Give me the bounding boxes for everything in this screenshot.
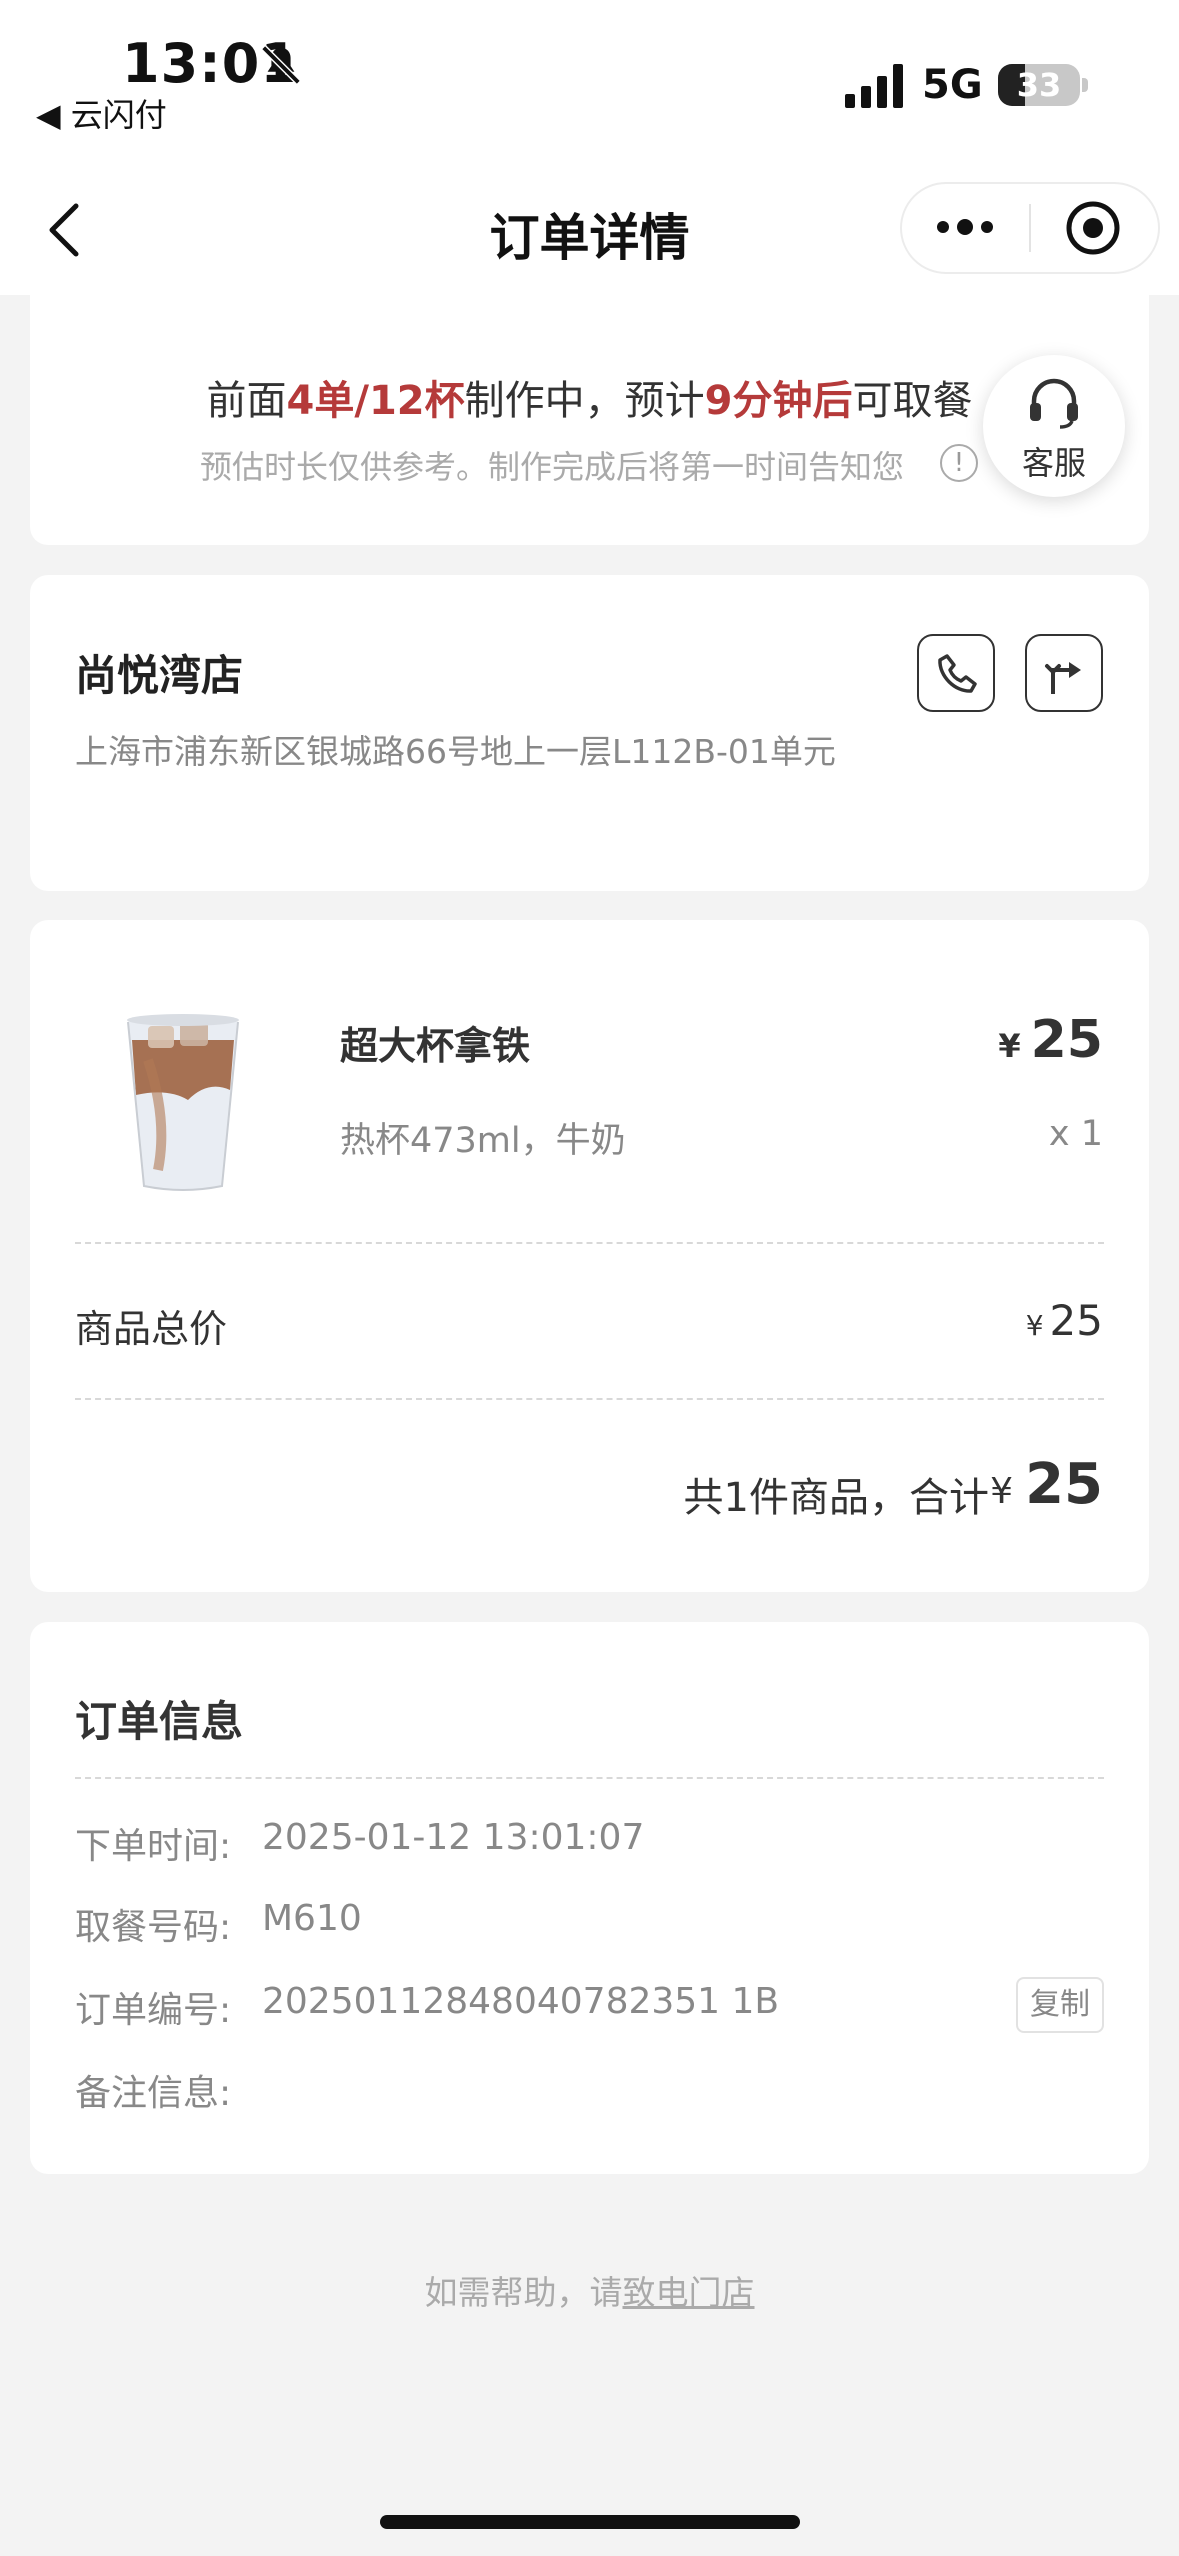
store-name: 尚悦湾店 xyxy=(75,651,244,700)
call-store-button[interactable] xyxy=(917,634,995,712)
customer-service-label: 客服 xyxy=(1021,444,1086,482)
subtotal-value: ¥25 xyxy=(1026,1296,1103,1345)
queue-prefix: 前面 xyxy=(206,378,287,424)
product-spec: 热杯473ml，牛奶 xyxy=(340,1121,626,1161)
home-indicator[interactable] xyxy=(380,2515,800,2529)
navigate-store-button[interactable] xyxy=(1025,634,1103,712)
copy-order-number-button[interactable]: 复制 xyxy=(1016,1977,1104,2033)
subtotal-amount: 25 xyxy=(1049,1296,1103,1345)
store-address: 上海市浦东新区银城路66号地上一层L112B-01单元 xyxy=(75,732,836,771)
pickup-code-label: 取餐号码: xyxy=(75,1907,232,1948)
battery-indicator: 33 xyxy=(998,64,1080,106)
divider xyxy=(75,1398,1104,1400)
queue-suffix: 可取餐 xyxy=(852,378,973,424)
product-price-value: 25 xyxy=(1030,1010,1103,1070)
pickup-code-value: M610 xyxy=(262,1898,362,1939)
route-icon xyxy=(1045,662,1081,694)
product-quantity: x 1 xyxy=(1048,1114,1103,1154)
back-to-app-link[interactable]: ◀ 云闪付 xyxy=(36,90,167,136)
bell-slash-icon xyxy=(261,45,301,85)
queue-status-text: 前面4单/12杯制作中，预计9分钟后可取餐 xyxy=(30,368,1149,426)
order-info-title: 订单信息 xyxy=(75,1697,244,1746)
divider xyxy=(75,1242,1104,1244)
signal-bars-icon xyxy=(845,64,903,108)
total-value: ¥25 xyxy=(990,1452,1103,1517)
more-dots-icon[interactable] xyxy=(935,212,995,242)
call-store-link[interactable]: 致电门店 xyxy=(623,2273,755,2312)
phone-icon xyxy=(938,654,977,693)
subtotal-label: 商品总价 xyxy=(75,1307,228,1351)
help-text: 如需帮助，请致电门店 xyxy=(0,2266,1179,2314)
target-icon[interactable] xyxy=(1065,200,1121,256)
order-number-label: 订单编号: xyxy=(75,1990,232,2031)
headset-icon xyxy=(1030,378,1078,429)
product-name: 超大杯拿铁 xyxy=(340,1024,531,1068)
product-image xyxy=(127,1014,239,1191)
total-label: 共1件商品，合计 xyxy=(683,1475,989,1521)
product-price: ¥25 xyxy=(998,1010,1103,1070)
divider xyxy=(75,1777,1104,1779)
battery-tip xyxy=(1082,78,1088,92)
total-amount: 25 xyxy=(1025,1452,1103,1517)
battery-level: 33 xyxy=(1016,66,1062,104)
remark-label: 备注信息: xyxy=(75,2073,232,2114)
currency-symbol: ¥ xyxy=(990,1471,1014,1512)
queue-middle: 制作中，预计 xyxy=(464,378,705,424)
order-time-label: 下单时间: xyxy=(75,1826,232,1867)
info-icon[interactable]: ! xyxy=(940,444,978,482)
currency-symbol: ¥ xyxy=(1025,1309,1044,1342)
network-type: 5G xyxy=(922,62,983,108)
currency-symbol: ¥ xyxy=(998,1027,1021,1065)
capsule-divider xyxy=(1029,204,1031,252)
help-prefix: 如需帮助，请 xyxy=(424,2273,623,2312)
order-time-value: 2025-01-12 13:01:07 xyxy=(262,1817,645,1858)
order-number-value: 20250112848040782351 1B xyxy=(262,1981,780,2022)
queue-orders-cups: 4单/12杯 xyxy=(286,378,465,424)
queue-wait-time: 9分钟后 xyxy=(704,378,853,424)
queue-hint: 预估时长仅供参考。制作完成后将第一时间告知您 xyxy=(200,448,905,486)
